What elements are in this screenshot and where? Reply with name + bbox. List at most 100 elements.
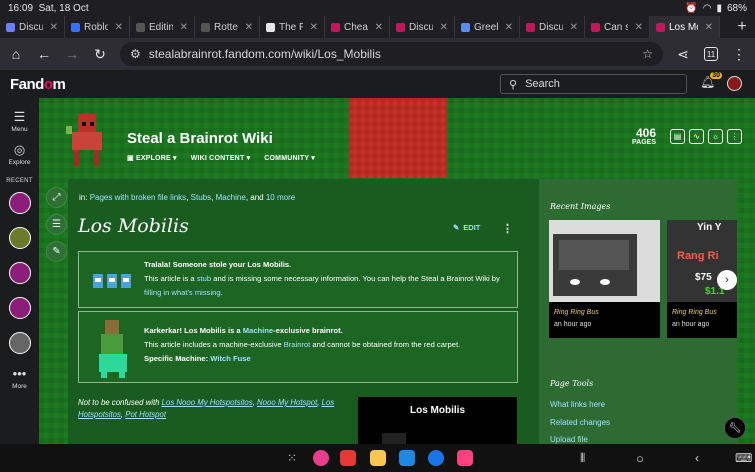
forward-icon[interactable]: →: [64, 46, 80, 62]
share-icon[interactable]: ⋖: [675, 46, 691, 62]
witch-fuse-link[interactable]: Witch Fuse: [210, 354, 250, 363]
notifications-button[interactable]: 🔔︎ 30: [700, 72, 722, 93]
tab-close-icon[interactable]: ✕: [310, 22, 318, 33]
disambig-link[interactable]: Pot Hotspot: [125, 410, 166, 419]
related-changes-link[interactable]: Related changes: [550, 418, 610, 427]
calendar-app-icon[interactable]: [399, 450, 415, 466]
tab-label: Cheat Co: [344, 21, 368, 33]
bookmark-star-icon[interactable]: ☆: [642, 47, 653, 61]
menu-button[interactable]: ☰ Menu: [11, 110, 27, 133]
explore-button[interactable]: ◎ Explore: [8, 143, 30, 166]
app-icon-5[interactable]: [428, 450, 444, 466]
browser-tab[interactable]: Roblox G ✕: [65, 16, 130, 38]
recent-wiki-1[interactable]: [8, 192, 31, 214]
browser-tab[interactable]: Discuss ✕: [390, 16, 455, 38]
what-links-here-link[interactable]: What links here: [550, 400, 605, 409]
fandom-global-nav: Fandom ⚲ Search 🔔︎ 30: [0, 70, 755, 98]
tab-close-icon[interactable]: ✕: [505, 22, 513, 33]
machine-link[interactable]: Machine: [243, 326, 273, 335]
wrench-icon[interactable]: 🔧︎: [724, 417, 746, 439]
nav-community[interactable]: COMMUNITY ▾: [264, 154, 315, 162]
theme-icon[interactable]: ☼: [708, 129, 723, 144]
app-icon-2[interactable]: [340, 450, 356, 466]
browser-tab[interactable]: Rotten C ✕: [195, 16, 260, 38]
browser-tab[interactable]: Cheat Co ✕: [325, 16, 390, 38]
app-drawer-icon[interactable]: ⁙: [287, 451, 297, 465]
address-bar[interactable]: ⚙ stealabrainrot.fandom.com/wiki/Los_Mob…: [120, 42, 663, 66]
brainrot-link[interactable]: Brainrot: [284, 340, 311, 349]
more-categories-link[interactable]: 10 more: [266, 193, 295, 202]
upload-file-link[interactable]: Upload file: [550, 435, 588, 444]
tab-favicon-icon: [656, 22, 665, 32]
expand-icon[interactable]: ⤢: [46, 187, 67, 208]
tab-close-icon[interactable]: ✕: [375, 22, 383, 33]
browser-tab[interactable]: Editing C ✕: [130, 16, 195, 38]
site-info-icon[interactable]: ⚙: [130, 47, 141, 61]
stub-link[interactable]: stub: [197, 274, 211, 283]
machine-notice: Karkerkar! Los Mobilis is a Machine-excl…: [78, 311, 518, 383]
reload-icon[interactable]: ↻: [92, 46, 108, 62]
app-icon-1[interactable]: [313, 450, 329, 466]
tab-close-icon[interactable]: ✕: [50, 22, 58, 33]
search-input[interactable]: ⚲ Search: [500, 74, 687, 94]
browser-tab[interactable]: Los Mo ✕: [650, 16, 720, 38]
disambig-link[interactable]: Los Nooo My Hotspotsitos: [162, 398, 253, 407]
keyboard-icon[interactable]: ⌨: [735, 451, 752, 465]
tab-favicon-icon: [136, 22, 145, 32]
recent-wiki-3[interactable]: [8, 262, 31, 284]
wiki-logo[interactable]: [64, 112, 110, 168]
app-icon-6[interactable]: [457, 450, 473, 466]
user-avatar[interactable]: [727, 76, 742, 91]
tab-close-icon[interactable]: ✕: [440, 22, 448, 33]
category-link[interactable]: Pages with broken file links: [90, 193, 187, 202]
category-link[interactable]: Machine: [216, 193, 246, 202]
tab-close-icon[interactable]: ✕: [115, 22, 123, 33]
home-nav-icon[interactable]: ○: [636, 451, 644, 466]
browser-tab[interactable]: Discuss ✕: [0, 16, 65, 38]
recent-wiki-4[interactable]: [8, 297, 31, 319]
alarm-icon: ⏰: [685, 2, 698, 14]
tab-switcher-button[interactable]: 11: [703, 46, 719, 62]
edit-pencil-icon[interactable]: ✎: [46, 241, 67, 262]
browser-tab[interactable]: Greek Ga ✕: [455, 16, 520, 38]
app-icon-3[interactable]: [370, 450, 386, 466]
tab-label: Editing C: [149, 21, 173, 33]
page-actions-button[interactable]: ⋮: [502, 222, 513, 235]
browser-tab[interactable]: The Para ✕: [260, 16, 325, 38]
recent-images-heading: Recent Images: [550, 202, 611, 211]
tab-close-icon[interactable]: ✕: [705, 22, 713, 33]
new-tab-button[interactable]: +: [729, 18, 755, 36]
category-link[interactable]: Stubs: [191, 193, 211, 202]
recent-wiki-2[interactable]: [8, 227, 31, 249]
disambig-link[interactable]: Nooo My Hotspot: [257, 398, 317, 407]
recents-icon[interactable]: ⦀: [580, 451, 585, 466]
more-icon[interactable]: ⋮: [727, 129, 742, 144]
nav-explore[interactable]: ▣ EXPLORE ▾: [127, 154, 177, 162]
browser-toolbar: ⌂ ← → ↻ ⚙ stealabrainrot.fandom.com/wiki…: [0, 38, 755, 70]
fill-in-link[interactable]: filling in what's missing: [144, 288, 221, 297]
activity-icon[interactable]: ∿: [689, 129, 704, 144]
wiki-name[interactable]: Steal a Brainrot Wiki: [127, 130, 273, 147]
toc-icon[interactable]: ☰: [46, 214, 67, 235]
recent-image-card[interactable]: Ring Ring Bus an hour ago: [549, 220, 660, 338]
browser-tab[interactable]: Can som ✕: [585, 16, 650, 38]
back-icon[interactable]: ←: [36, 46, 52, 62]
recent-wiki-5[interactable]: [8, 332, 31, 354]
tab-close-icon[interactable]: ✕: [180, 22, 188, 33]
home-icon[interactable]: ⌂: [8, 46, 24, 62]
discuss-icon[interactable]: ▤: [670, 129, 685, 144]
more-button[interactable]: ••• More: [12, 367, 27, 390]
disambiguation-note: Not to be confused with Los Nooo My Hots…: [78, 398, 335, 419]
tab-close-icon[interactable]: ✕: [570, 22, 578, 33]
tab-close-icon[interactable]: ✕: [245, 22, 253, 33]
menu-kebab-icon[interactable]: ⋮: [731, 46, 747, 62]
pencil-icon: ✎: [453, 223, 460, 232]
clock: 16:09: [8, 2, 34, 14]
tab-close-icon[interactable]: ✕: [635, 22, 643, 33]
back-nav-icon[interactable]: ‹: [695, 451, 699, 465]
carousel-next-icon[interactable]: ›: [717, 270, 737, 290]
edit-button[interactable]: ✎ EDIT: [453, 223, 480, 232]
browser-tab[interactable]: Discuss ✕: [520, 16, 585, 38]
nav-wiki-content[interactable]: WIKI CONTENT ▾: [191, 154, 251, 162]
fandom-logo[interactable]: Fandom: [10, 76, 66, 93]
